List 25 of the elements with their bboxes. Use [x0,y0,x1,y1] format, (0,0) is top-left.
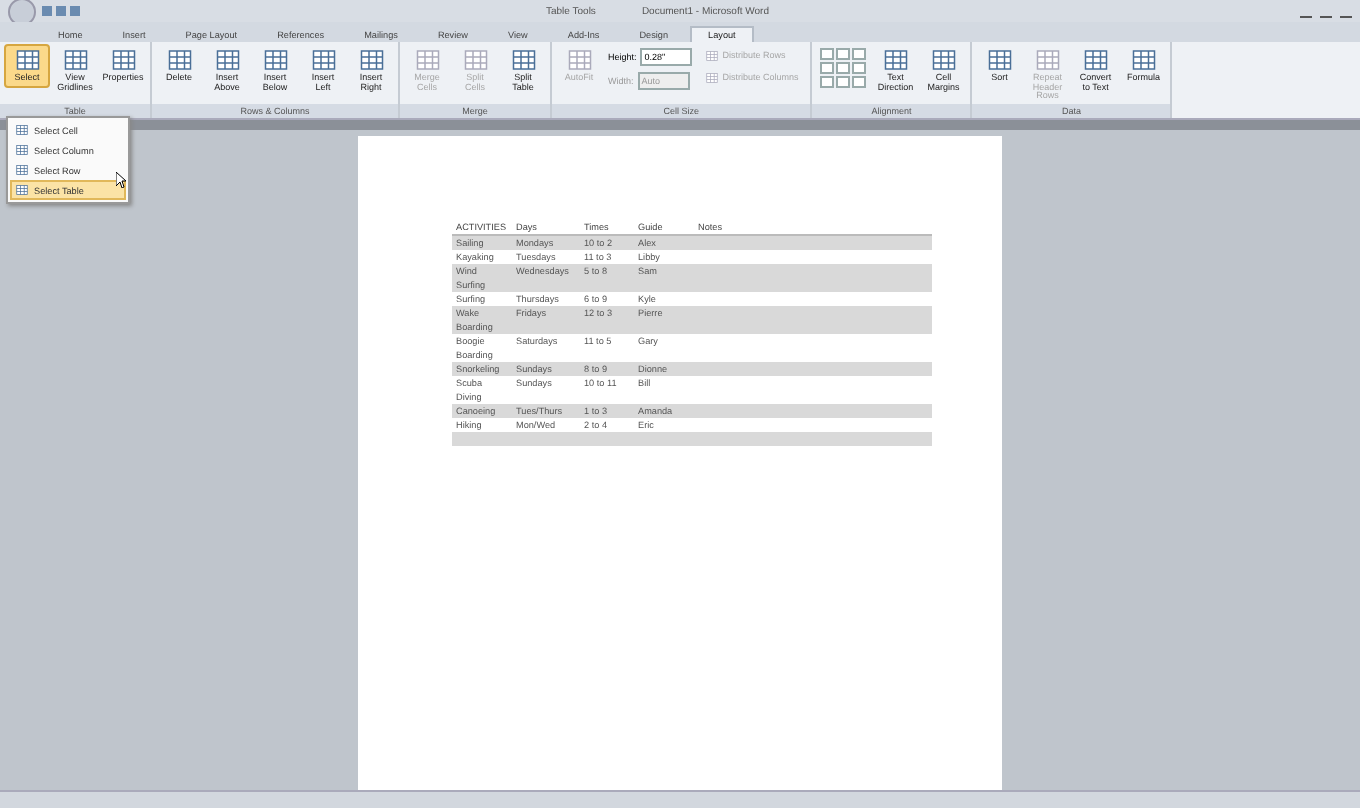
table-grid-icon [987,48,1012,72]
table-grid-icon [16,144,28,156]
table-grid-icon [63,48,87,72]
table-grid-icon [263,48,287,72]
table-grid-icon [359,48,383,72]
table-grid-icon [931,48,956,72]
table-grid-icon [706,72,719,84]
table-grid-icon [1035,48,1060,72]
table-grid-icon [215,48,239,72]
table-grid-icon [16,124,28,136]
table-grid-icon [16,184,28,196]
table-grid-icon [16,164,28,176]
table-grid-icon [311,48,335,72]
table-grid-icon [511,48,535,72]
table-grid-icon [15,48,39,72]
table-grid-icon [167,48,191,72]
table-grid-icon [1131,48,1156,72]
table-grid-icon [706,50,719,62]
table-grid-icon [1083,48,1108,72]
quick-access-icon[interactable] [42,6,80,16]
table-grid-icon [415,48,439,72]
table-grid-icon [883,48,908,72]
table-grid-icon [111,48,135,72]
table-grid-icon [463,48,487,72]
table-grid-icon [567,48,591,72]
